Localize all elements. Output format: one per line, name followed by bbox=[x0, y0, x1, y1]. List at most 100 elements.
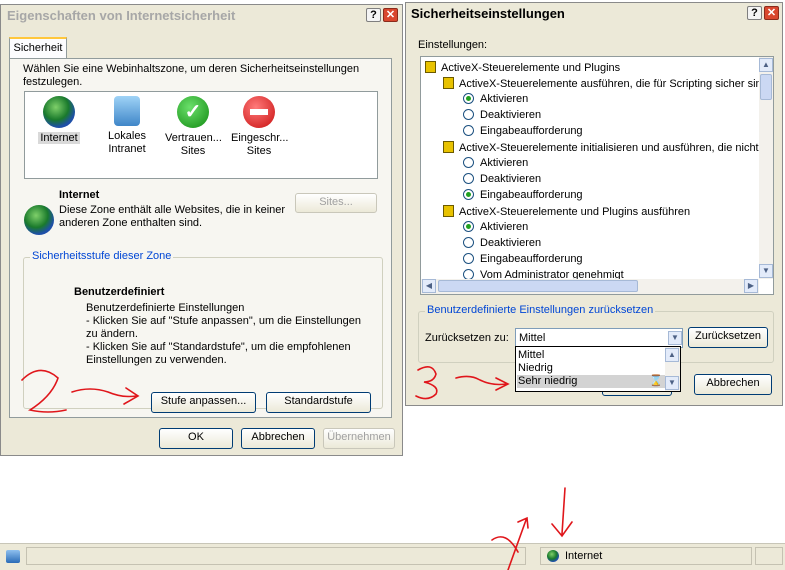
tree-option-radio[interactable]: Deaktivieren bbox=[463, 109, 541, 121]
resize-grip[interactable] bbox=[755, 547, 783, 565]
page-icon bbox=[6, 550, 20, 563]
browser-statusbar: Internet bbox=[0, 543, 785, 570]
close-button[interactable]: ✕ bbox=[764, 6, 779, 20]
radio-icon[interactable] bbox=[463, 173, 474, 184]
scroll-thumb[interactable] bbox=[760, 74, 772, 100]
zone-restricted-sites[interactable]: Eingeschr... Sites bbox=[231, 96, 289, 158]
radio-icon[interactable] bbox=[463, 253, 474, 264]
group-legend: Sicherheitsstufe dieser Zone bbox=[30, 250, 174, 262]
cancel-button[interactable]: Abbrechen bbox=[241, 428, 315, 449]
setting-icon bbox=[443, 205, 454, 217]
scroll-down-button[interactable]: ▼ bbox=[665, 376, 679, 390]
tree-row-label: Aktivieren bbox=[480, 93, 529, 105]
apply-button[interactable]: Übernehmen bbox=[323, 428, 395, 449]
radio-icon[interactable] bbox=[463, 93, 474, 104]
level-text: - Klicken Sie auf "Stufe anpassen", um d… bbox=[86, 315, 362, 340]
tree-row-label: ActiveX-Steuerelemente und Plugins bbox=[441, 62, 621, 74]
zone-indicator[interactable]: Internet bbox=[540, 547, 752, 565]
settings-category-icon bbox=[425, 61, 436, 73]
tab-panel: Wählen Sie eine Webinhaltszone, um deren… bbox=[9, 58, 392, 418]
tree-row-label: Eingabeaufforderung bbox=[480, 253, 583, 265]
help-button[interactable]: ? bbox=[747, 6, 762, 20]
tree-option-radio[interactable]: Eingabeaufforderung bbox=[463, 189, 583, 201]
horizontal-scrollbar[interactable]: ◀ ▶ bbox=[421, 279, 759, 294]
tab-security[interactable]: Sicherheit bbox=[9, 37, 67, 59]
zone-label: Lokales Intranet bbox=[108, 130, 146, 155]
zone-label: Eingeschr... Sites bbox=[231, 132, 289, 157]
title-bar[interactable]: Sicherheitseinstellungen ? ✕ bbox=[406, 3, 782, 25]
tree-option-radio[interactable]: Vom Administrator genehmigt bbox=[463, 269, 624, 279]
reset-select-value: Mittel bbox=[519, 332, 546, 344]
zone-title: Internet bbox=[59, 189, 100, 201]
tree-row-label: Eingabeaufforderung bbox=[480, 189, 583, 201]
option-label: Sehr niedrig bbox=[518, 375, 578, 387]
zone-trusted-sites[interactable]: ✓ Vertrauen... Sites bbox=[165, 96, 222, 158]
dropdown-option-selected[interactable]: Sehr niedrig ⌛ bbox=[517, 375, 665, 388]
intranet-icon bbox=[114, 96, 140, 126]
dialog-title: Sicherheitseinstellungen bbox=[411, 6, 565, 21]
dropdown-scrollbar[interactable]: ▲ ▼ bbox=[665, 347, 680, 391]
default-level-button[interactable]: Standardstufe bbox=[266, 392, 371, 413]
radio-icon[interactable] bbox=[463, 269, 474, 279]
tree-option-radio[interactable]: Aktivieren bbox=[463, 221, 528, 233]
scroll-down-button[interactable]: ▼ bbox=[759, 264, 773, 278]
cancel-button[interactable]: Abbrechen bbox=[694, 374, 772, 395]
scroll-thumb[interactable] bbox=[438, 280, 638, 292]
sites-button[interactable]: Sites... bbox=[295, 193, 377, 213]
tree-row-label: Deaktivieren bbox=[480, 109, 542, 121]
dropdown-option[interactable]: Niedrig bbox=[518, 362, 553, 374]
settings-tree[interactable]: ActiveX-Steuerelemente und Plugins Active… bbox=[420, 56, 774, 295]
tree-option-radio[interactable]: Eingabeaufforderung bbox=[463, 253, 583, 265]
radio-icon[interactable] bbox=[463, 189, 474, 200]
radio-icon[interactable] bbox=[463, 125, 474, 136]
vertical-scrollbar[interactable]: ▲ ▼ bbox=[759, 57, 773, 279]
zone-local-intranet[interactable]: Lokales Intranet bbox=[99, 96, 155, 156]
tree-row-label: Aktivieren bbox=[480, 157, 529, 169]
reset-select[interactable]: Mittel ▼ bbox=[515, 328, 683, 348]
tree-category: ActiveX-Steuerelemente und Plugins bbox=[425, 61, 620, 74]
close-button[interactable]: ✕ bbox=[383, 8, 398, 22]
zone-internet[interactable]: Internet bbox=[31, 96, 87, 145]
internet-properties-dialog: Eigenschaften von Internetsicherheit ? ✕… bbox=[0, 4, 403, 456]
setting-icon bbox=[443, 141, 454, 153]
reset-button[interactable]: Zurücksetzen bbox=[688, 327, 768, 348]
tree-option-radio[interactable]: Aktivieren bbox=[463, 93, 528, 105]
reset-to-label: Zurücksetzen zu: bbox=[425, 332, 509, 344]
zone-instruction: Wählen Sie eine Webinhaltszone, um deren… bbox=[23, 63, 360, 88]
status-text-field bbox=[26, 547, 526, 565]
scroll-up-button[interactable]: ▲ bbox=[665, 348, 679, 362]
globe-icon bbox=[547, 550, 559, 562]
tree-option-radio[interactable]: Aktivieren bbox=[463, 157, 528, 169]
scroll-right-button[interactable]: ▶ bbox=[744, 279, 758, 293]
group-legend: Benutzerdefinierte Einstellungen zurücks… bbox=[425, 304, 656, 316]
zone-list[interactable]: Internet Lokales Intranet ✓ Vertrauen...… bbox=[24, 91, 378, 179]
radio-icon[interactable] bbox=[463, 109, 474, 120]
ok-button[interactable]: OK bbox=[159, 428, 233, 449]
tree-row-label: ActiveX-Steuerelemente und Plugins ausfü… bbox=[459, 206, 691, 218]
radio-icon[interactable] bbox=[463, 237, 474, 248]
security-settings-dialog: Sicherheitseinstellungen ? ✕ Einstellung… bbox=[405, 2, 783, 406]
dropdown-option[interactable]: Mittel bbox=[518, 349, 544, 361]
tree-setting: ActiveX-Steuerelemente initialisieren un… bbox=[443, 141, 759, 154]
scroll-left-button[interactable]: ◀ bbox=[422, 279, 436, 293]
tree-row-label: ActiveX-Steuerelemente ausführen, die fü… bbox=[459, 78, 759, 90]
tree-option-radio[interactable]: Deaktivieren bbox=[463, 173, 541, 185]
tree-row-label: Aktivieren bbox=[480, 221, 529, 233]
tree-row-label: Vom Administrator genehmigt bbox=[480, 269, 624, 279]
reset-dropdown-list[interactable]: Mittel Niedrig Sehr niedrig ⌛ ▲ ▼ bbox=[515, 346, 681, 392]
custom-level-button[interactable]: Stufe anpassen... bbox=[151, 392, 256, 413]
zone-label: Internet bbox=[38, 132, 80, 144]
globe-icon bbox=[43, 96, 75, 128]
annotation-arrow bbox=[551, 487, 573, 538]
help-button[interactable]: ? bbox=[366, 8, 381, 22]
check-icon: ✓ bbox=[177, 96, 209, 128]
settings-label: Einstellungen: bbox=[418, 39, 488, 51]
title-bar[interactable]: Eigenschaften von Internetsicherheit ? ✕ bbox=[1, 5, 402, 27]
tree-option-radio[interactable]: Deaktivieren bbox=[463, 237, 541, 249]
scroll-up-button[interactable]: ▲ bbox=[759, 58, 773, 72]
tree-option-radio[interactable]: Eingabeaufforderung bbox=[463, 125, 583, 137]
radio-icon[interactable] bbox=[463, 221, 474, 232]
chevron-down-icon[interactable]: ▼ bbox=[668, 331, 682, 345]
radio-icon[interactable] bbox=[463, 157, 474, 168]
zone-label: Vertrauen... Sites bbox=[165, 132, 222, 157]
